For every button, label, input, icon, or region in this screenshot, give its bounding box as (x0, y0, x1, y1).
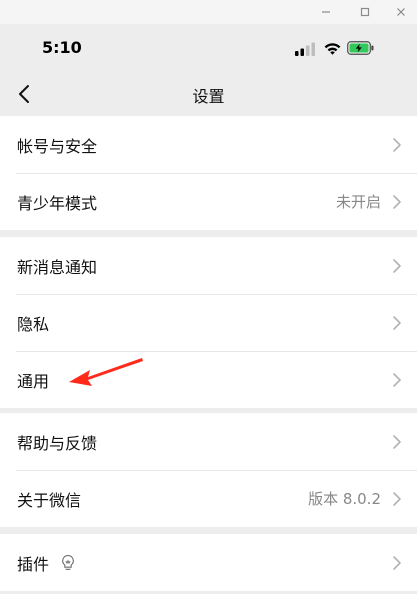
settings-item-value: 未开启 (335, 193, 381, 211)
chevron-right-icon (393, 258, 401, 273)
status-time: 5:10 (42, 38, 82, 57)
settings-item-label: 隐私 (17, 314, 50, 334)
settings-item-value: 版本 8.0.2 (308, 490, 381, 508)
navigation-bar: 设置 (0, 74, 417, 114)
settings-item-account-security[interactable]: 帐号与安全 (0, 116, 417, 173)
chevron-right-icon (393, 137, 401, 152)
maximize-icon[interactable] (357, 4, 373, 20)
settings-item-label: 帮助与反馈 (17, 433, 98, 453)
settings-item-general[interactable]: 通用 (0, 351, 417, 408)
status-icons (295, 41, 395, 57)
chevron-right-icon (393, 555, 401, 570)
chevron-right-icon (393, 491, 401, 506)
settings-item-label: 通用 (17, 371, 50, 391)
settings-item-label: 新消息通知 (17, 257, 98, 277)
chevron-right-icon (393, 315, 401, 330)
settings-item-help-feedback[interactable]: 帮助与反馈 (0, 413, 417, 470)
settings-item-label: 帐号与安全 (17, 136, 98, 156)
settings-item-youth-mode[interactable]: 青少年模式 未开启 (0, 173, 417, 230)
minimize-icon[interactable] (318, 4, 334, 20)
page-title: 设置 (192, 87, 225, 106)
window-title-bar (0, 0, 417, 25)
settings-group-account: 帐号与安全 青少年模式 未开启 (0, 116, 417, 230)
settings-item-label: 关于微信 (17, 490, 82, 510)
settings-item-label: 青少年模式 (17, 193, 98, 213)
battery-charging-icon (347, 41, 374, 55)
settings-group-plugins: 插件 (0, 534, 417, 591)
settings-group-about: 帮助与反馈 关于微信 版本 8.0.2 (0, 413, 417, 527)
settings-item-notifications[interactable]: 新消息通知 (0, 237, 417, 294)
settings-group-general: 新消息通知 隐私 通用 (0, 237, 417, 408)
chevron-right-icon (393, 434, 401, 449)
chevron-right-icon (393, 194, 401, 209)
settings-item-label: 插件 (17, 554, 50, 574)
status-bar: 5:10 (0, 24, 417, 74)
chevron-right-icon (393, 372, 401, 387)
close-icon[interactable] (393, 4, 409, 20)
settings-item-plugins[interactable]: 插件 (0, 534, 417, 591)
settings-item-about-wechat[interactable]: 关于微信 版本 8.0.2 (0, 470, 417, 527)
settings-item-privacy[interactable]: 隐私 (0, 294, 417, 351)
lightbulb-icon (62, 554, 74, 570)
wifi-icon (324, 43, 341, 55)
red-arrow-icon (69, 358, 143, 386)
signal-icon (295, 42, 315, 56)
